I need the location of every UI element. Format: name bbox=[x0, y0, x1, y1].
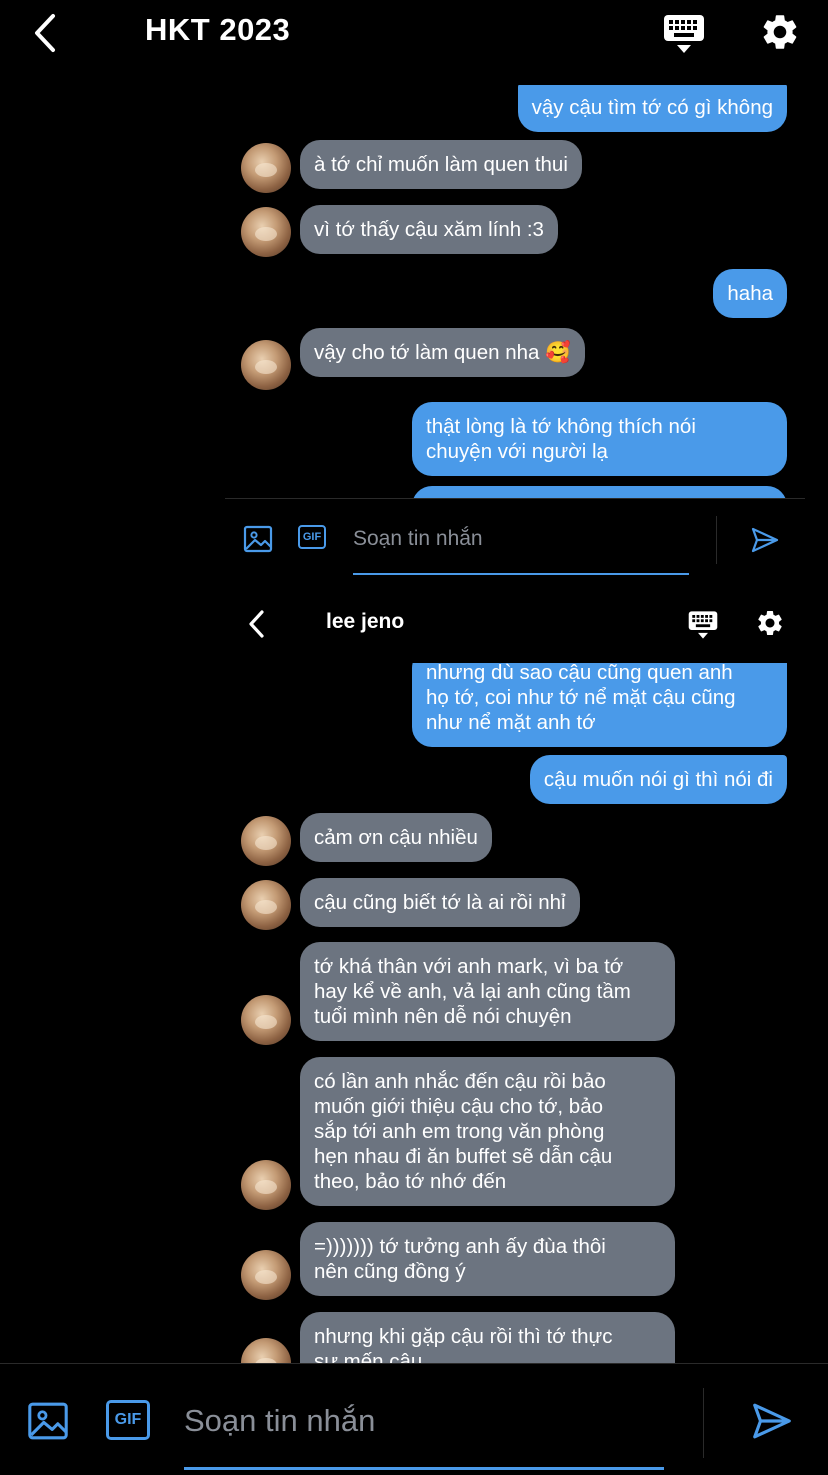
divider bbox=[716, 516, 717, 564]
send-icon bbox=[753, 1403, 791, 1439]
message-bubble: nhưng dù sao cậu cũng quen anh họ tớ, co… bbox=[412, 663, 787, 747]
gear-icon bbox=[758, 611, 782, 635]
avatar bbox=[241, 995, 291, 1045]
image-icon bbox=[243, 525, 273, 553]
message-bubble bbox=[412, 486, 787, 498]
avatar bbox=[241, 340, 291, 390]
back-button[interactable] bbox=[28, 12, 64, 54]
chat-title: lee jeno bbox=[326, 610, 405, 633]
settings-button[interactable] bbox=[759, 11, 801, 53]
message-bubble: vì tớ thấy cậu xăm lính :3 bbox=[300, 205, 558, 254]
keyboard-icon bbox=[664, 15, 704, 53]
avatar bbox=[241, 207, 291, 257]
gif-icon: GIF bbox=[298, 525, 326, 549]
avatar bbox=[241, 143, 291, 193]
message-input[interactable]: Soạn tin nhắn bbox=[184, 1403, 375, 1439]
divider bbox=[225, 498, 805, 499]
image-icon bbox=[28, 1402, 68, 1440]
avatar bbox=[241, 1338, 291, 1363]
avatar bbox=[241, 1250, 291, 1300]
gif-button[interactable]: GIF bbox=[106, 1400, 152, 1442]
chat-title: HKT 2023 bbox=[145, 12, 291, 47]
message-bubble: vậy cậu tìm tớ có gì không bbox=[517, 85, 787, 132]
send-button[interactable] bbox=[749, 524, 781, 556]
message-input[interactable]: Soạn tin nhắn bbox=[353, 527, 483, 551]
message-bubble: có lần anh nhắc đến cậu rồi bảo muốn giớ… bbox=[300, 1057, 675, 1206]
message-bubble: =))))))) tớ tưởng anh ấy đùa thôi nên cũ… bbox=[300, 1222, 675, 1296]
message-bubble: haha bbox=[713, 269, 787, 318]
divider bbox=[0, 1363, 828, 1364]
image-button[interactable] bbox=[243, 524, 273, 554]
keyboard-button[interactable] bbox=[688, 609, 718, 641]
inner-message-list[interactable]: nhưng dù sao cậu cũng quen anh họ tớ, co… bbox=[225, 663, 805, 1363]
message-bubble: à tớ chỉ muốn làm quen thui bbox=[300, 140, 582, 189]
back-chevron-icon bbox=[35, 14, 55, 52]
gif-button[interactable]: GIF bbox=[298, 525, 330, 553]
outer-message-list[interactable]: vậy cậu tìm tớ có gì không à tớ chỉ muốn… bbox=[225, 85, 805, 498]
gear-icon bbox=[763, 15, 797, 49]
settings-button[interactable] bbox=[755, 608, 785, 638]
input-underline bbox=[184, 1467, 664, 1470]
back-button[interactable] bbox=[245, 608, 267, 640]
back-chevron-icon bbox=[249, 610, 264, 638]
gif-label: GIF bbox=[114, 1411, 142, 1428]
gif-label: GIF bbox=[302, 531, 322, 543]
message-bubble: tớ khá thân với anh mark, vì ba tớ hay k… bbox=[300, 942, 675, 1041]
message-bubble: nhưng khi gặp cậu rồi thì tớ thực sự mến… bbox=[300, 1312, 675, 1363]
input-underline bbox=[353, 573, 689, 575]
send-icon bbox=[751, 527, 779, 553]
message-bubble: vậy cho tớ làm quen nha 🥰 bbox=[300, 328, 585, 377]
image-button[interactable] bbox=[27, 1400, 69, 1442]
send-button[interactable] bbox=[749, 1398, 795, 1444]
message-bubble: cậu cũng biết tớ là ai rồi nhỉ bbox=[300, 878, 580, 927]
divider bbox=[703, 1388, 704, 1458]
message-bubble: thật lòng là tớ không thích nói chuyện v… bbox=[412, 402, 787, 476]
message-bubble: cậu muốn nói gì thì nói đi bbox=[529, 755, 787, 804]
avatar bbox=[241, 880, 291, 930]
avatar bbox=[241, 1160, 291, 1210]
keyboard-button[interactable] bbox=[663, 13, 705, 55]
gif-icon: GIF bbox=[106, 1400, 150, 1440]
message-bubble: cảm ơn cậu nhiều bbox=[300, 813, 492, 862]
keyboard-icon bbox=[688, 611, 718, 639]
avatar bbox=[241, 816, 291, 866]
